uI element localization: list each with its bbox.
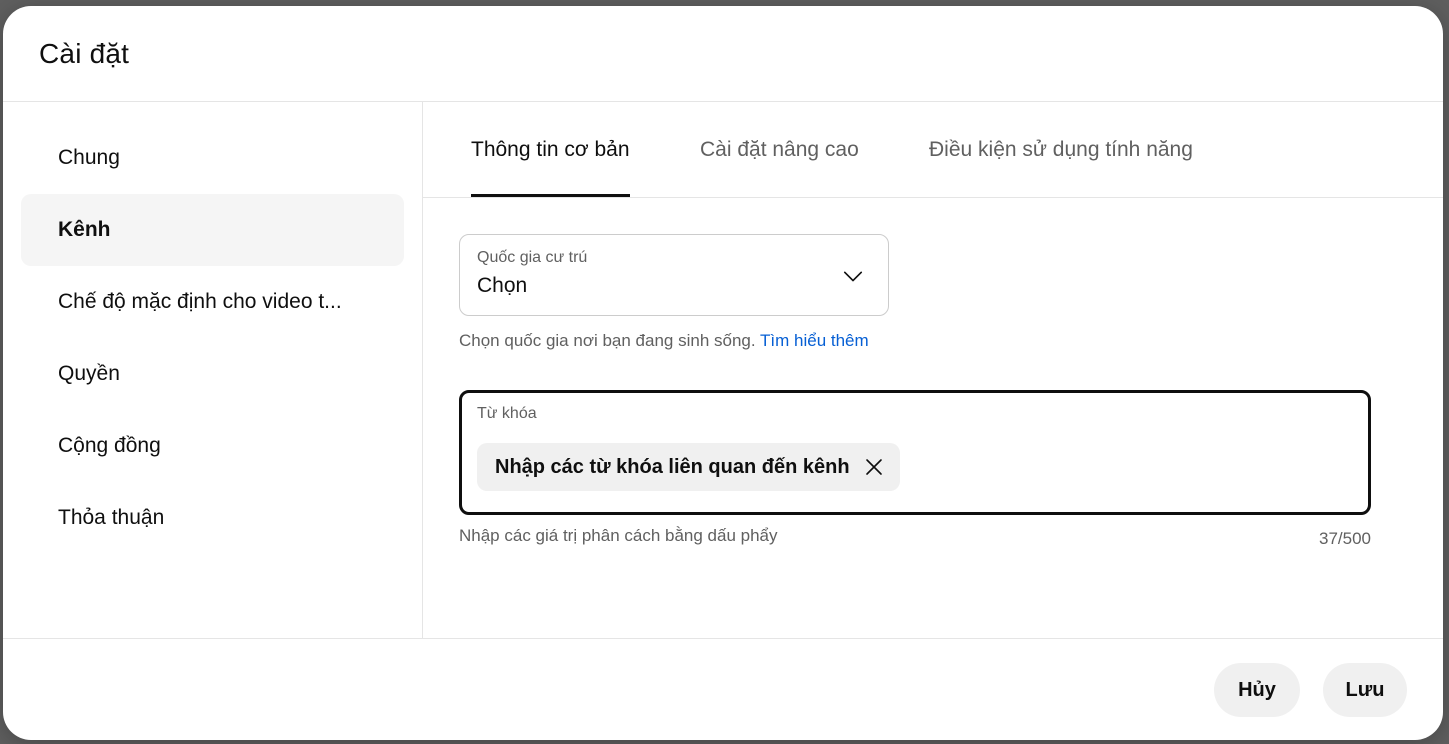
keywords-counter: 37/500 bbox=[1319, 529, 1371, 548]
sidebar-item-channel[interactable]: Kênh bbox=[21, 194, 404, 266]
tab-basic-info[interactable]: Thông tin cơ bản bbox=[471, 102, 630, 197]
tab-bar: Thông tin cơ bản Cài đặt nâng cao Điều k… bbox=[423, 102, 1443, 198]
country-help-description: Chọn quốc gia nơi bạn đang sinh sống. bbox=[459, 331, 756, 350]
dialog-title: Cài đặt bbox=[39, 38, 130, 69]
cancel-button[interactable]: Hủy bbox=[1214, 663, 1300, 717]
dialog-footer: Hủy Lưu bbox=[3, 638, 1443, 740]
settings-sidebar: Chung Kênh Chế độ mặc định cho video t..… bbox=[3, 102, 423, 638]
sidebar-item-label: Thỏa thuận bbox=[58, 506, 165, 529]
sidebar-item-label: Cộng đồng bbox=[58, 434, 161, 457]
sidebar-item-agreements[interactable]: Thỏa thuận bbox=[21, 482, 404, 554]
tab-label: Cài đặt nâng cao bbox=[700, 137, 859, 161]
tab-label: Điều kiện sử dụng tính năng bbox=[929, 137, 1193, 161]
dialog-header: Cài đặt bbox=[3, 6, 1443, 102]
country-select-value: Chọn bbox=[477, 274, 528, 297]
settings-content: Thông tin cơ bản Cài đặt nâng cao Điều k… bbox=[423, 102, 1443, 638]
learn-more-link[interactable]: Tìm hiểu thêm bbox=[760, 331, 869, 350]
sidebar-item-label: Chung bbox=[58, 146, 120, 169]
sidebar-item-label: Chế độ mặc định cho video t... bbox=[58, 290, 342, 313]
settings-dialog: Cài đặt Chung Kênh Chế độ mặc định cho v… bbox=[3, 6, 1443, 740]
keywords-hint: Nhập các giá trị phân cách bằng dấu phẩy bbox=[459, 526, 778, 545]
keyword-chip-text: Nhập các từ khóa liên quan đến kênh bbox=[495, 455, 850, 478]
country-help-text: Chọn quốc gia nơi bạn đang sinh sống. Tì… bbox=[459, 331, 869, 351]
tab-label: Thông tin cơ bản bbox=[471, 137, 630, 161]
sidebar-item-permissions[interactable]: Quyền bbox=[21, 338, 404, 410]
keyword-chip: Nhập các từ khóa liên quan đến kênh bbox=[477, 443, 900, 491]
chevron-down-icon bbox=[843, 271, 863, 282]
sidebar-item-general[interactable]: Chung bbox=[21, 122, 404, 194]
sidebar-item-label: Quyền bbox=[58, 362, 120, 385]
sidebar-item-community[interactable]: Cộng đồng bbox=[21, 410, 404, 482]
keywords-field-label: Từ khóa bbox=[477, 405, 537, 422]
sidebar-item-upload-defaults[interactable]: Chế độ mặc định cho video t... bbox=[21, 266, 404, 338]
country-select[interactable]: Quốc gia cư trú Chọn bbox=[459, 234, 889, 316]
tab-feature-eligibility[interactable]: Điều kiện sử dụng tính năng bbox=[929, 102, 1193, 197]
country-field-label: Quốc gia cư trú bbox=[477, 249, 588, 266]
tab-advanced-settings[interactable]: Cài đặt nâng cao bbox=[700, 102, 859, 197]
save-button[interactable]: Lưu bbox=[1323, 663, 1407, 717]
sidebar-item-label: Kênh bbox=[58, 218, 111, 241]
close-icon[interactable] bbox=[864, 457, 884, 477]
active-tab-indicator bbox=[471, 194, 630, 197]
keywords-input[interactable]: Từ khóa Nhập các từ khóa liên quan đến k… bbox=[459, 390, 1371, 515]
